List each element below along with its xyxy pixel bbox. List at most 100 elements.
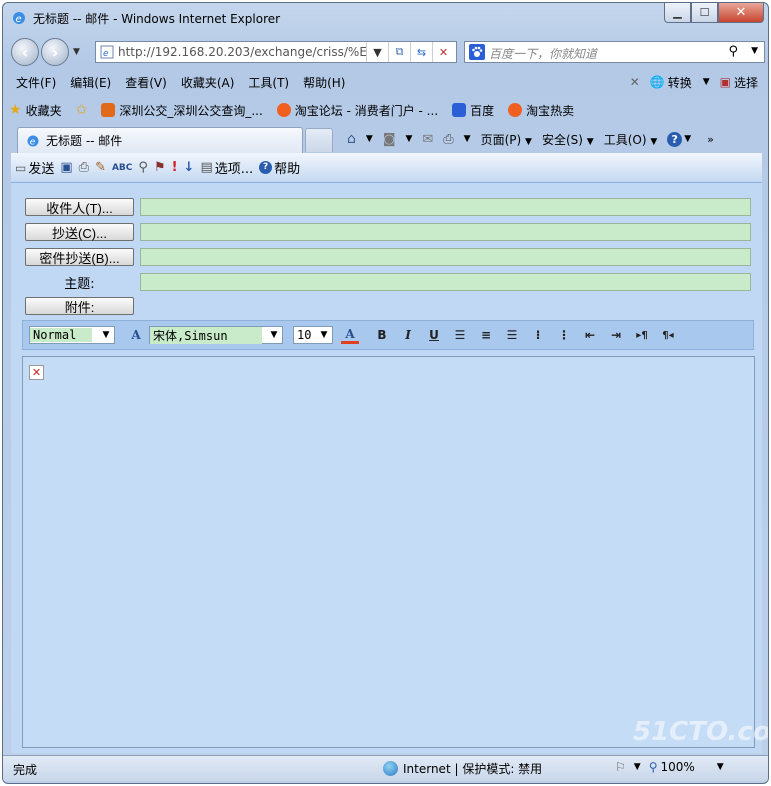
menu-file[interactable]: 文件(F) (9, 74, 63, 91)
zoom-icon: ⚲ (648, 760, 658, 774)
bcc-field[interactable] (140, 248, 751, 266)
chevron-down-icon[interactable]: ▼ (634, 762, 641, 772)
subject-field[interactable] (140, 273, 751, 291)
maximize-button[interactable]: ☐ (691, 3, 718, 23)
size-select[interactable]: 10 ▼ (293, 326, 333, 344)
style-select[interactable]: Normal ▼ (29, 326, 115, 344)
page-menu[interactable]: 页面(P) ▼ (481, 131, 532, 148)
menu-view[interactable]: 查看(V) (118, 74, 174, 91)
favorite-link[interactable]: 淘宝论坛 - 消费者门户 - ... (276, 102, 438, 119)
menu-help[interactable]: 帮助(H) (296, 74, 352, 91)
spellcheck-icon[interactable]: ABC (112, 163, 132, 173)
overflow-chevron-icon[interactable]: » (707, 133, 714, 146)
font-select[interactable]: 宋体,Simsun ▼ (149, 326, 283, 344)
popup-blocker-icon[interactable]: ⚐ (615, 760, 626, 774)
indent-icon[interactable]: ⇥ (603, 328, 629, 342)
favorite-link[interactable]: 百度 (452, 102, 494, 119)
add-favorite-button[interactable]: ✩ (76, 102, 88, 118)
numbered-list-icon[interactable]: ⋮ (551, 328, 577, 342)
feeds-icon[interactable]: ◙ (383, 132, 396, 147)
tab-active[interactable]: e 无标题 -- 邮件 (17, 127, 303, 153)
help-icon: ? (259, 161, 273, 174)
address-dropdown[interactable]: ▼ (366, 42, 388, 62)
help-icon: ? (667, 131, 683, 147)
chevron-down-icon[interactable]: ▼ (464, 134, 471, 144)
refresh-button[interactable]: ⇆ (410, 42, 432, 62)
send-icon: ▭ (15, 160, 27, 175)
watermark: 51CTO.com (633, 717, 769, 747)
help-button[interactable]: ? ▼ (667, 131, 691, 147)
security-zone[interactable]: Internet | 保护模式: 禁用 (383, 760, 542, 777)
attach-icon[interactable]: ⚲ (138, 160, 148, 175)
bullet-list-icon[interactable]: ⁝ (525, 328, 551, 342)
safety-menu[interactable]: 安全(S) ▼ (542, 131, 594, 148)
align-right-icon[interactable]: ☰ (499, 328, 525, 342)
menu-edit[interactable]: 编辑(E) (63, 74, 118, 91)
chevron-down-icon[interactable]: ▼ (405, 134, 412, 144)
search-box[interactable]: 百度一下，你就知道 ⚲ ▼ (464, 41, 765, 63)
subject-row: 主题: (25, 272, 134, 292)
save-icon[interactable]: ▣ (60, 160, 72, 175)
forward-button[interactable]: › (41, 38, 69, 66)
help-button[interactable]: ? 帮助 (259, 158, 300, 177)
to-button[interactable]: 收件人(T)... (25, 198, 134, 216)
select-button[interactable]: ▣ 选择 (720, 74, 758, 91)
font-icon: A (131, 328, 141, 342)
font-color-icon[interactable]: A (341, 327, 359, 344)
options-button[interactable]: ▤ 选项... (200, 158, 253, 177)
convert-button[interactable]: 🌐 转换 ▼ (650, 74, 710, 91)
subject-label: 主题: (64, 276, 95, 292)
ltr-icon[interactable]: ▸¶ (629, 330, 655, 341)
baidu-paw-icon (469, 44, 485, 60)
compatibility-button[interactable]: ⧉ (388, 42, 410, 62)
stop-icon: ✕ (438, 45, 449, 59)
tools-menu[interactable]: 工具(O) ▼ (604, 131, 658, 148)
cc-button[interactable]: 抄送(C)... (25, 223, 134, 241)
stop-button[interactable]: ✕ (432, 42, 454, 62)
print-icon[interactable]: ⎙ (79, 160, 89, 175)
chevron-down-icon[interactable]: ▼ (717, 762, 724, 772)
svg-text:e: e (16, 14, 22, 25)
search-icon[interactable]: ⚲ (728, 44, 738, 59)
new-tab-button[interactable] (305, 128, 333, 152)
mail-icon[interactable]: ✉ (422, 132, 433, 147)
bold-icon[interactable]: B (369, 328, 395, 342)
underline-icon[interactable]: U (421, 328, 447, 342)
close-toolbar-icon[interactable]: ✕ (630, 75, 640, 89)
address-url[interactable]: http://192.168.20.203/exchange/criss/%E8 (118, 45, 366, 59)
home-icon[interactable]: ⌂ (347, 131, 356, 147)
minimize-button[interactable]: ▁ (664, 3, 691, 23)
rtl-icon[interactable]: ¶◂ (655, 330, 681, 341)
address-bar[interactable]: e http://192.168.20.203/exchange/criss/%… (95, 41, 457, 63)
search-options-icon[interactable]: ▼ (751, 46, 758, 56)
send-button[interactable]: ▭ 发送 (15, 158, 54, 178)
to-field[interactable] (140, 198, 751, 216)
taobao-icon (508, 103, 523, 117)
cc-field[interactable] (140, 223, 751, 241)
zoom-control[interactable]: ⚲ 100% (649, 760, 695, 774)
favorite-link[interactable]: 深圳公交_深圳公交查询_... (101, 102, 263, 119)
back-button[interactable]: ‹ (11, 38, 39, 66)
history-dropdown-icon[interactable]: ▼ (73, 47, 80, 57)
outdent-icon[interactable]: ⇤ (577, 328, 603, 342)
refresh-icon: ⇆ (416, 45, 427, 59)
attach-button[interactable]: 附件: (25, 297, 134, 315)
close-icon: ✕ (735, 5, 747, 20)
favorites-button[interactable]: ★ 收藏夹 (9, 102, 62, 119)
check-names-icon[interactable]: ⚑ (154, 160, 166, 175)
align-center-icon[interactable]: ≡ (473, 328, 499, 342)
menu-tools[interactable]: 工具(T) (241, 74, 296, 91)
favorite-link[interactable]: 淘宝热卖 (508, 102, 574, 119)
print-icon[interactable]: ⎙ (443, 132, 453, 147)
close-button[interactable]: ✕ (718, 3, 764, 23)
importance-low-icon[interactable]: ↓ (184, 160, 195, 175)
menu-favorites[interactable]: 收藏夹(A) (174, 74, 242, 91)
bcc-button[interactable]: 密件抄送(B)... (25, 248, 134, 266)
chevron-down-icon[interactable]: ▼ (366, 134, 373, 144)
italic-icon[interactable]: I (395, 328, 421, 342)
cc-row: 抄送(C)... (25, 222, 134, 242)
edit-icon[interactable]: ✎ (95, 160, 106, 175)
importance-high-icon[interactable]: ! (172, 160, 178, 175)
message-body-editor[interactable]: ✕ (22, 356, 755, 748)
align-left-icon[interactable]: ☰ (447, 328, 473, 342)
